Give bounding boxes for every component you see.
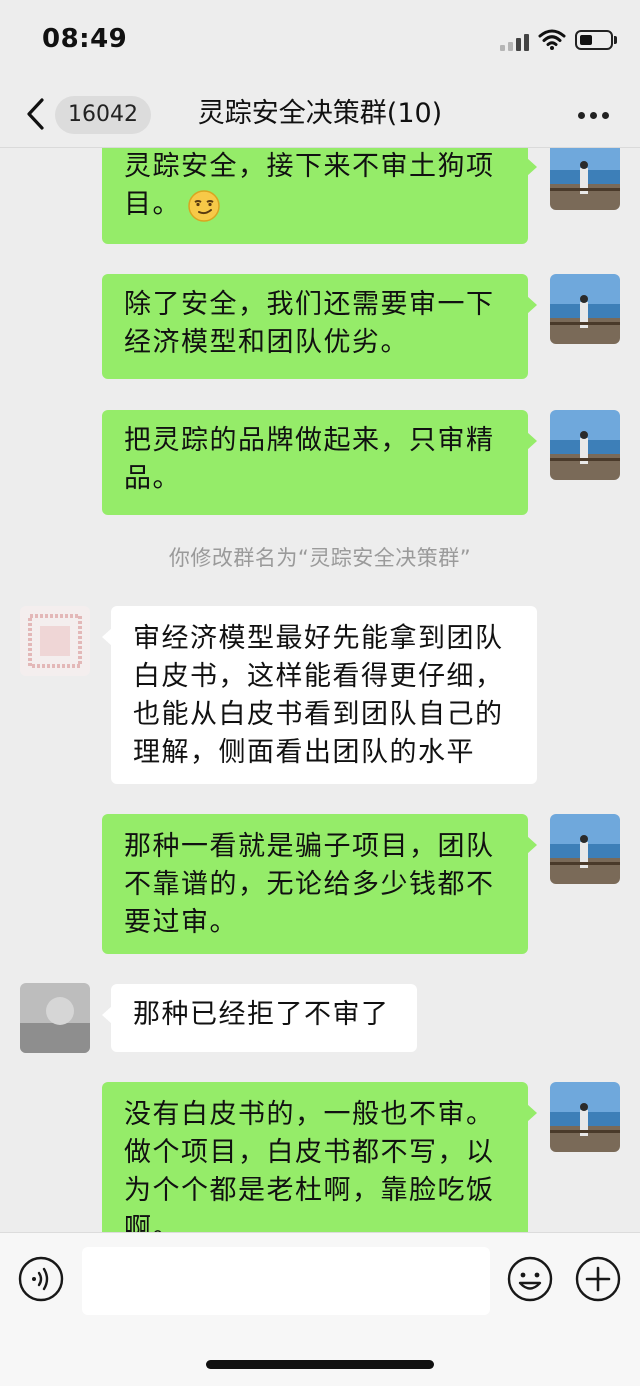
message-bubble-self[interactable]: 灵踪安全，接下来不审土狗项目。 (102, 148, 537, 244)
unread-count-badge[interactable]: 16042 (55, 96, 151, 134)
emoji-icon[interactable] (507, 1256, 553, 1302)
message-bubble-self[interactable]: 除了安全，我们还需要审一下经济模型和团队优劣。 (102, 274, 537, 379)
battery-nub (614, 36, 617, 44)
input-bar (0, 1232, 640, 1386)
message-text: 把灵踪的品牌做起来，只审精品。 (124, 425, 495, 494)
message-input[interactable] (82, 1247, 490, 1315)
message-text: 那种一看就是骗子项目，团队不靠谱的，无论给多少钱都不要过审。 (124, 831, 495, 938)
message-list[interactable]: 灵踪安全，接下来不审土狗项目。 除了安全，我们还需要审一下经济模型和团队优劣。 (0, 148, 640, 1232)
message-bubble-other[interactable]: 审经济模型最好先能拿到团队白皮书，这样能看得更仔细，也能从白皮书看到团队自己的理… (102, 606, 537, 784)
wifi-icon (538, 29, 566, 50)
voice-icon[interactable] (18, 1256, 64, 1302)
self-avatar[interactable] (550, 410, 620, 480)
message-text: 那种已经拒了不审了 (133, 999, 390, 1030)
battery-icon (575, 30, 613, 50)
self-avatar[interactable] (550, 148, 620, 210)
cellular-signal-icon (500, 33, 534, 51)
self-avatar[interactable] (550, 274, 620, 344)
smirk-emoji-icon (188, 189, 220, 222)
self-avatar[interactable] (550, 1082, 620, 1152)
chevron-left-icon[interactable] (22, 94, 52, 134)
chat-title: 灵踪安全决策群(10) (197, 98, 443, 129)
message-text: 灵踪安全，接下来不审土狗项目。 (124, 151, 495, 220)
more-dots-icon[interactable] (574, 100, 614, 130)
chat-header: 16042 灵踪安全决策群(10) (0, 80, 640, 148)
other-avatar[interactable] (20, 983, 90, 1053)
message-text: 审经济模型最好先能拿到团队白皮书，这样能看得更仔细，也能从白皮书看到团队自己的理… (133, 623, 504, 768)
status-bar: 08:49 (0, 0, 640, 80)
message-bubble-self[interactable]: 没有白皮书的，一般也不审。做个项目，白皮书都不写，以为个个都是老杜啊，靠脸吃饭啊… (102, 1082, 537, 1232)
other-avatar[interactable] (20, 606, 90, 676)
message-bubble-self[interactable]: 把灵踪的品牌做起来，只审精品。 (102, 410, 537, 515)
home-indicator[interactable] (206, 1360, 434, 1369)
plus-icon[interactable] (575, 1256, 621, 1302)
system-notice: 你修改群名为“灵踪安全决策群” (168, 546, 472, 570)
status-time: 08:49 (42, 24, 128, 54)
self-avatar[interactable] (550, 814, 620, 884)
message-text: 没有白皮书的，一般也不审。做个项目，白皮书都不写，以为个个都是老杜啊，靠脸吃饭啊… (124, 1099, 495, 1232)
message-bubble-other[interactable]: 那种已经拒了不审了 (102, 984, 417, 1052)
message-bubble-self[interactable]: 那种一看就是骗子项目，团队不靠谱的，无论给多少钱都不要过审。 (102, 814, 537, 954)
message-text: 除了安全，我们还需要审一下经济模型和团队优劣。 (124, 289, 495, 358)
